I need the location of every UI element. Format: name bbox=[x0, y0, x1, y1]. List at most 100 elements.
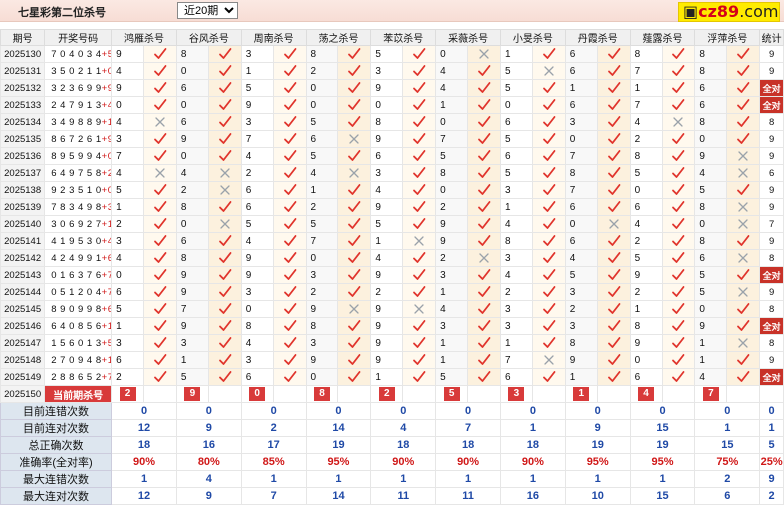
result-mark bbox=[337, 198, 372, 216]
result-mark bbox=[726, 113, 761, 131]
result-mark bbox=[272, 232, 307, 250]
kill-number: 5 bbox=[240, 215, 274, 233]
check-icon bbox=[412, 166, 426, 180]
kill-number: 9 bbox=[435, 215, 469, 233]
stats-value: 90% bbox=[370, 453, 437, 471]
check-icon bbox=[671, 166, 685, 180]
kill-number: 6 bbox=[240, 198, 274, 216]
result-mark bbox=[661, 45, 696, 63]
check-icon bbox=[607, 234, 621, 248]
check-icon bbox=[542, 302, 556, 316]
stat-cell: 全对 bbox=[759, 368, 784, 386]
kill-number: 2 bbox=[175, 181, 209, 199]
result-mark bbox=[402, 283, 437, 301]
result-mark bbox=[207, 164, 242, 182]
kill-number: 0 bbox=[629, 181, 663, 199]
result-mark bbox=[143, 130, 177, 148]
cross-icon bbox=[153, 166, 167, 180]
check-icon bbox=[671, 47, 685, 61]
kill-number: 7 bbox=[111, 147, 144, 165]
check-icon bbox=[153, 217, 167, 231]
check-icon bbox=[607, 81, 621, 95]
current-kill-number: 3 bbox=[508, 387, 525, 401]
kill-number: 6 bbox=[564, 232, 598, 250]
result-mark bbox=[726, 249, 761, 267]
current-kill-cell: 1 bbox=[564, 385, 598, 403]
kill-number: 9 bbox=[694, 317, 728, 335]
stats-value: 1 bbox=[759, 419, 784, 437]
cross-icon bbox=[347, 166, 361, 180]
period-cell: 2025141 bbox=[0, 232, 46, 250]
result-mark bbox=[531, 249, 566, 267]
current-kill-number: 5 bbox=[443, 387, 460, 401]
kill-number: 8 bbox=[694, 45, 728, 63]
check-icon bbox=[218, 115, 232, 129]
result-mark bbox=[402, 62, 437, 80]
result-mark bbox=[726, 334, 761, 352]
check-icon bbox=[283, 98, 297, 112]
table-row: 20251440 5 1 2 0 4+769322123259 bbox=[0, 283, 784, 301]
check-icon bbox=[671, 370, 685, 384]
table-row: 20251424 2 4 9 9 1+648904234568 bbox=[0, 249, 784, 267]
kill-number: 2 bbox=[305, 283, 339, 301]
current-kill-number: 1 bbox=[573, 387, 590, 401]
draw-digits: 8 9 5 9 9 4 bbox=[51, 150, 102, 162]
result-mark bbox=[661, 147, 696, 165]
table-header-row: 期号 开奖号码 鸿雁杀号 谷风杀号 周南杀号 荡之杀号 苯苡杀号 采薇杀号 小旻杀号 丹霞杀号 薤露… bbox=[0, 29, 784, 46]
check-icon bbox=[153, 98, 167, 112]
result-mark bbox=[531, 368, 566, 386]
result-mark bbox=[726, 317, 761, 335]
result-mark bbox=[531, 351, 566, 369]
stats-row: 目前连错次数 0 0 0 0 0 0 0 0 0 0 0 bbox=[0, 402, 784, 420]
kill-number: 1 bbox=[111, 317, 144, 335]
period-range-select[interactable]: 近20期 bbox=[177, 2, 238, 19]
draw-number-cell: 3 5 0 2 1 1+0 bbox=[44, 62, 113, 80]
check-icon bbox=[477, 98, 491, 112]
table-row: 20251482 7 0 9 4 8+1061399179019 bbox=[0, 351, 784, 369]
kill-number: 3 bbox=[111, 334, 144, 352]
draw-sum: +7 bbox=[101, 269, 111, 281]
draw-sum: +3 bbox=[101, 201, 111, 213]
result-mark bbox=[337, 62, 372, 80]
result-mark bbox=[467, 334, 501, 352]
stats-value: 18 bbox=[370, 436, 437, 454]
check-icon bbox=[412, 149, 426, 163]
stats-value: 25% bbox=[759, 453, 784, 471]
period-cell: 2025150 bbox=[0, 385, 46, 403]
check-icon bbox=[477, 200, 491, 214]
result-mark bbox=[467, 181, 501, 199]
kill-number: 6 bbox=[175, 113, 209, 131]
kill-number: 2 bbox=[370, 283, 404, 301]
check-icon bbox=[218, 268, 232, 282]
stats-value: 2 bbox=[240, 419, 307, 437]
period-cell: 2025144 bbox=[0, 283, 46, 301]
check-icon bbox=[607, 285, 621, 299]
check-icon bbox=[671, 149, 685, 163]
check-icon bbox=[412, 217, 426, 231]
result-mark bbox=[467, 96, 501, 114]
kill-number: 4 bbox=[111, 113, 144, 131]
check-icon bbox=[347, 47, 361, 61]
check-icon bbox=[412, 370, 426, 384]
draw-digits: 4 1 9 5 3 0 bbox=[51, 235, 102, 247]
brand-logo[interactable]: ▣cz89.com bbox=[678, 2, 780, 22]
kill-number: 3 bbox=[240, 113, 274, 131]
check-icon bbox=[218, 319, 232, 333]
check-icon bbox=[283, 234, 297, 248]
result-mark bbox=[726, 300, 761, 318]
stats-value: 15 bbox=[694, 436, 761, 454]
kill-number: 3 bbox=[564, 283, 598, 301]
draw-digits: 8 6 7 2 6 1 bbox=[51, 133, 102, 145]
current-kill-number: 0 bbox=[249, 387, 266, 401]
draw-sum: +7 bbox=[101, 286, 111, 298]
check-icon bbox=[283, 370, 297, 384]
kill-number: 8 bbox=[240, 317, 274, 335]
result-mark bbox=[337, 317, 372, 335]
stats-value: 9 bbox=[175, 419, 242, 437]
kill-number: 6 bbox=[240, 368, 274, 386]
stats-row: 目前连对次数 12 9 2 14 4 7 1 9 15 1 1 bbox=[0, 419, 784, 437]
check-icon bbox=[607, 132, 621, 146]
check-icon bbox=[542, 234, 556, 248]
kill-number: 0 bbox=[694, 130, 728, 148]
result-mark bbox=[402, 147, 437, 165]
